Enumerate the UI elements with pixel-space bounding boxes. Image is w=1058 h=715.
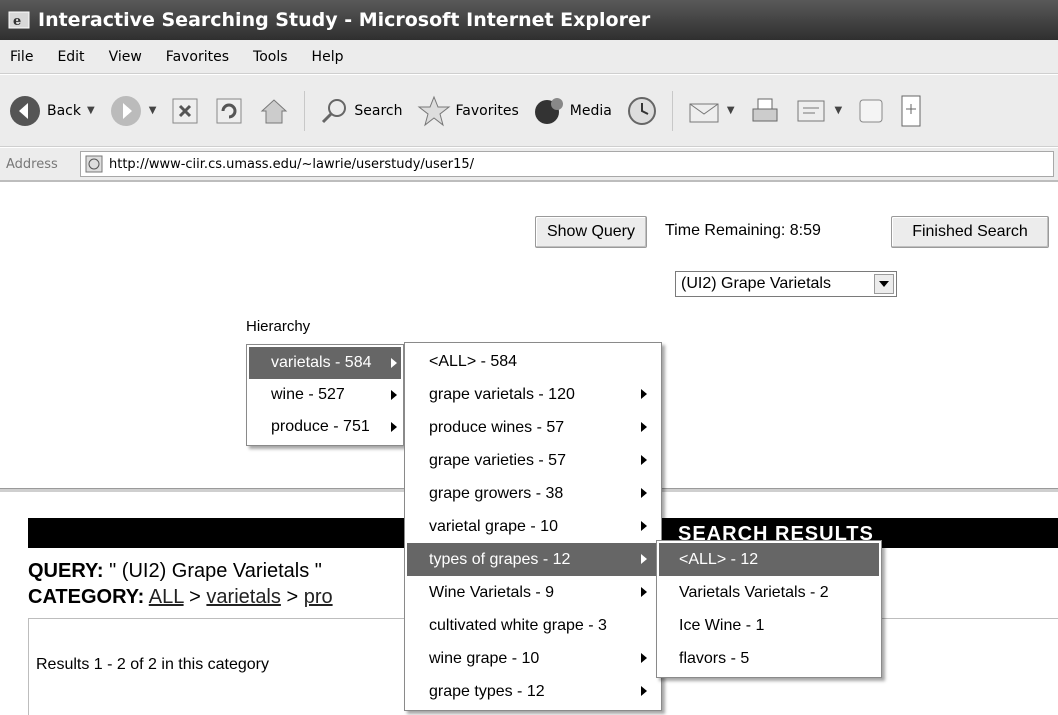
finished-search-button[interactable]: Finished Search: [891, 216, 1049, 248]
media-button[interactable]: Media: [533, 95, 612, 127]
menu-item-all[interactable]: <ALL> - 584: [407, 345, 659, 378]
refresh-button[interactable]: [214, 96, 244, 126]
submenu-arrow-icon: [391, 358, 397, 368]
history-icon: [627, 96, 656, 125]
menu-item-all-types[interactable]: <ALL> - 12: [659, 543, 879, 576]
query-select-value: (UI2) Grape Varietals: [681, 275, 831, 292]
submenu-arrow-icon: [641, 686, 647, 696]
back-icon: [10, 95, 40, 126]
submenu-arrow-icon: [641, 488, 647, 498]
menu-item-grape-varietals[interactable]: grape varietals - 120: [407, 378, 659, 411]
window-titlebar: e Interactive Searching Study - Microsof…: [0, 0, 1058, 40]
address-field[interactable]: http://www-ciir.cs.umass.edu/~lawrie/use…: [80, 151, 1054, 177]
back-button[interactable]: Back ▼: [8, 94, 95, 128]
stop-button[interactable]: [170, 96, 200, 126]
edit-button[interactable]: ▼: [795, 96, 842, 126]
submenu-arrow-icon: [641, 554, 647, 564]
menu-item-wine-varietals[interactable]: Wine Varietals - 9: [407, 576, 659, 609]
breadcrumb-next[interactable]: pro: [304, 586, 333, 608]
menu-item-types-of-grapes[interactable]: types of grapes - 12: [407, 543, 659, 576]
menu-item-ice-wine[interactable]: Ice Wine - 1: [659, 609, 879, 642]
hierarchy-menu: varietals - 584 wine - 527 produce - 751: [246, 344, 404, 446]
toolbar-separator: [304, 90, 306, 131]
search-button[interactable]: Search: [319, 96, 403, 126]
messenger-button[interactable]: [900, 94, 922, 128]
menu-item-varietal-grape[interactable]: varietal grape - 10: [407, 510, 659, 543]
mail-button[interactable]: ▼: [687, 96, 735, 126]
window-title: Interactive Searching Study - Microsoft …: [38, 9, 651, 31]
hierarchy-label: Hierarchy: [246, 318, 311, 335]
messenger-icon: [901, 95, 921, 126]
favorites-icon: [417, 95, 450, 126]
results-count: Results 1 - 2 of 2 in this category: [36, 656, 269, 673]
menu-item-flavors[interactable]: flavors - 5: [659, 642, 879, 675]
ie-icon: e: [8, 9, 30, 31]
breadcrumb-varietals[interactable]: varietals: [206, 586, 280, 608]
favorites-button[interactable]: Favorites: [417, 95, 519, 127]
menu-item-produce[interactable]: produce - 751: [249, 411, 401, 443]
menu-item-varietals[interactable]: varietals - 584: [249, 347, 401, 379]
stop-icon: [172, 98, 198, 123]
media-icon: [534, 97, 563, 124]
menu-tools[interactable]: Tools: [253, 49, 288, 65]
page-icon: [859, 99, 883, 122]
chevron-down-icon[interactable]: [874, 274, 894, 294]
address-label: Address: [6, 156, 58, 172]
menu-item-grape-growers[interactable]: grape growers - 38: [407, 477, 659, 510]
submenu-arrow-icon: [641, 521, 647, 531]
menu-item-cultivated-white-grape[interactable]: cultivated white grape - 3: [407, 609, 659, 642]
address-bar: Address http://www-ciir.cs.umass.edu/~la…: [0, 148, 1058, 182]
search-icon: [322, 98, 347, 123]
forward-icon: [110, 95, 141, 126]
menu-item-produce-wines[interactable]: produce wines - 57: [407, 411, 659, 444]
mail-icon: [689, 103, 719, 122]
print-button[interactable]: [749, 95, 781, 127]
menu-favorites[interactable]: Favorites: [166, 49, 229, 65]
varietals-submenu: <ALL> - 584 grape varietals - 120 produc…: [404, 342, 662, 711]
time-remaining: Time Remaining: 8:59: [665, 222, 821, 239]
history-button[interactable]: [626, 95, 658, 127]
submenu-arrow-icon: [391, 390, 397, 400]
print-icon: [752, 98, 778, 121]
menu-view[interactable]: View: [109, 49, 142, 65]
show-query-button[interactable]: Show Query: [535, 216, 647, 248]
menu-item-varietals-varietals[interactable]: Varietals Varietals - 2: [659, 576, 879, 609]
refresh-icon: [216, 98, 242, 123]
menu-bar: File Edit View Favorites Tools Help: [0, 40, 1058, 74]
page-content: Show Query Time Remaining: 8:59 Finished…: [0, 184, 1058, 715]
svg-text:e: e: [13, 14, 21, 29]
home-icon: [261, 98, 288, 123]
menu-item-grape-types[interactable]: grape types - 12: [407, 675, 659, 708]
types-of-grapes-submenu: <ALL> - 12 Varietals Varietals - 2 Ice W…: [656, 540, 882, 678]
edit-icon: [797, 100, 825, 121]
menu-file[interactable]: File: [10, 49, 33, 65]
address-url: http://www-ciir.cs.umass.edu/~lawrie/use…: [109, 156, 475, 172]
home-button[interactable]: [258, 96, 290, 126]
submenu-arrow-icon: [641, 422, 647, 432]
category-breadcrumb: CATEGORY: ALL > varietals > pro: [28, 586, 333, 608]
submenu-arrow-icon: [641, 587, 647, 597]
discuss-button[interactable]: [856, 96, 886, 126]
menu-help[interactable]: Help: [312, 49, 344, 65]
query-line: QUERY: " (UI2) Grape Varietals ": [28, 560, 322, 582]
standard-toolbar: Back ▼ ▼ Search Favorites Media ▼ ▼: [0, 75, 1058, 147]
menu-item-wine[interactable]: wine - 527: [249, 379, 401, 411]
menu-item-wine-grape[interactable]: wine grape - 10: [407, 642, 659, 675]
submenu-arrow-icon: [641, 389, 647, 399]
submenu-arrow-icon: [641, 455, 647, 465]
page-icon: [85, 155, 103, 173]
submenu-arrow-icon: [391, 422, 397, 432]
toolbar-separator: [671, 90, 673, 131]
query-select[interactable]: (UI2) Grape Varietals: [675, 271, 897, 297]
breadcrumb-all[interactable]: ALL: [149, 586, 184, 608]
menu-edit[interactable]: Edit: [57, 49, 84, 65]
submenu-arrow-icon: [641, 653, 647, 663]
menu-item-grape-varieties[interactable]: grape varieties - 57: [407, 444, 659, 477]
forward-button[interactable]: ▼: [109, 94, 156, 128]
